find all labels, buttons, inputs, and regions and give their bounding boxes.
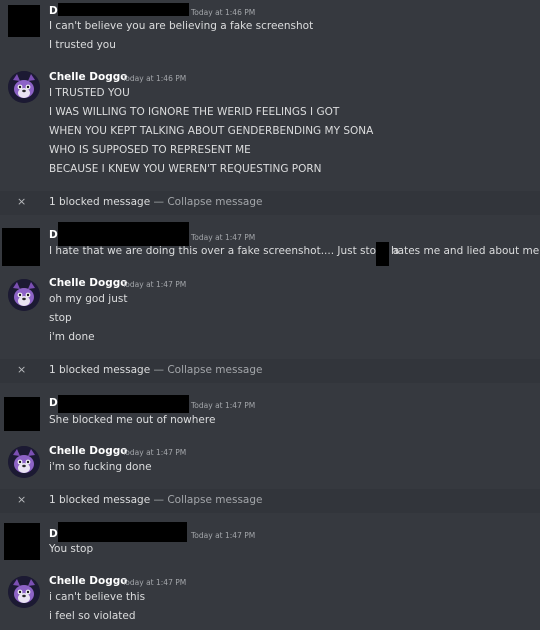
avatar[interactable] xyxy=(4,397,40,431)
avatar[interactable] xyxy=(8,71,40,103)
message-text: WHO IS SUPPOSED TO REPRESENT ME xyxy=(49,144,251,156)
timestamp: Today at 1:47 PM xyxy=(191,233,256,242)
message-text: I trusted you xyxy=(49,39,116,51)
close-icon[interactable]: × xyxy=(17,195,26,208)
blocked-message-bar: × 1 blocked message — Collapse message xyxy=(0,359,540,383)
avatar[interactable] xyxy=(8,279,40,311)
message-text: oh my god just xyxy=(49,293,128,305)
message-text: I WAS WILLING TO IGNORE THE WERID FEELIN… xyxy=(49,106,340,118)
collapse-message-link[interactable]: Collapse message xyxy=(167,364,262,376)
avatar[interactable] xyxy=(4,523,40,560)
blocked-message-bar: × 1 blocked message — Collapse message xyxy=(0,191,540,215)
avatar[interactable] xyxy=(8,5,40,37)
message-text: I hate that we are doing this over a fak… xyxy=(49,245,400,257)
message-text: i can't believe this xyxy=(49,591,146,603)
timestamp: Today at 1:47 PM xyxy=(191,531,256,540)
username[interactable]: Chelle Doggo xyxy=(49,575,127,587)
avatar[interactable] xyxy=(8,446,40,478)
timestamp: Today at 1:47 PM xyxy=(122,578,187,587)
redacted-name xyxy=(58,222,189,246)
close-icon[interactable]: × xyxy=(17,493,26,506)
username[interactable]: D xyxy=(49,528,58,540)
separator: — xyxy=(150,494,168,506)
message-text: I TRUSTED YOU xyxy=(49,87,130,99)
message-text: She blocked me out of nowhere xyxy=(49,414,216,426)
redacted-name xyxy=(376,242,389,266)
timestamp: Today at 1:47 PM xyxy=(122,280,187,289)
username[interactable]: Chelle Doggo xyxy=(49,445,127,457)
timestamp: Today at 1:46 PM xyxy=(122,74,187,83)
redacted-name xyxy=(58,522,187,542)
collapse-message-link[interactable]: Collapse message xyxy=(167,494,262,506)
message-text: You stop xyxy=(49,543,94,555)
blocked-message-notice: 1 blocked message — Collapse message xyxy=(49,196,263,208)
message-text: stop xyxy=(49,312,72,324)
message-text: i feel so violated xyxy=(49,610,136,622)
redacted-name xyxy=(58,3,189,16)
username[interactable]: D xyxy=(49,5,58,17)
separator: — xyxy=(150,364,168,376)
blocked-count-label: 1 blocked message xyxy=(49,494,151,506)
timestamp: Today at 1:47 PM xyxy=(191,401,256,410)
blocked-message-notice: 1 blocked message — Collapse message xyxy=(49,364,263,376)
blocked-message-notice: 1 blocked message — Collapse message xyxy=(49,494,263,506)
timestamp: Today at 1:47 PM xyxy=(122,448,187,457)
message-text: i'm so fucking done xyxy=(49,461,152,473)
dog-avatar-icon xyxy=(8,71,40,103)
avatar[interactable] xyxy=(8,576,40,608)
blocked-count-label: 1 blocked message xyxy=(49,196,151,208)
username[interactable]: D xyxy=(49,397,58,409)
username[interactable]: D xyxy=(49,229,58,241)
separator: — xyxy=(150,196,168,208)
collapse-message-link[interactable]: Collapse message xyxy=(167,196,262,208)
avatar[interactable] xyxy=(2,228,40,266)
redacted-name xyxy=(58,395,189,413)
dog-avatar-icon xyxy=(8,446,40,478)
blocked-count-label: 1 blocked message xyxy=(49,364,151,376)
message-text: WHEN YOU KEPT TALKING ABOUT GENDERBENDIN… xyxy=(49,125,374,137)
message-text: BECAUSE I KNEW YOU WEREN'T REQUESTING PO… xyxy=(49,163,322,175)
timestamp: Today at 1:46 PM xyxy=(191,8,256,17)
dog-avatar-icon xyxy=(8,279,40,311)
message-text: i'm done xyxy=(49,331,95,343)
username[interactable]: Chelle Doggo xyxy=(49,71,127,83)
close-icon[interactable]: × xyxy=(17,363,26,376)
dog-avatar-icon xyxy=(8,576,40,608)
message-text: I can't believe you are believing a fake… xyxy=(49,20,314,32)
username[interactable]: Chelle Doggo xyxy=(49,277,127,289)
blocked-message-bar: × 1 blocked message — Collapse message xyxy=(0,489,540,513)
message-text: hates me and lied about me xyxy=(391,245,540,257)
